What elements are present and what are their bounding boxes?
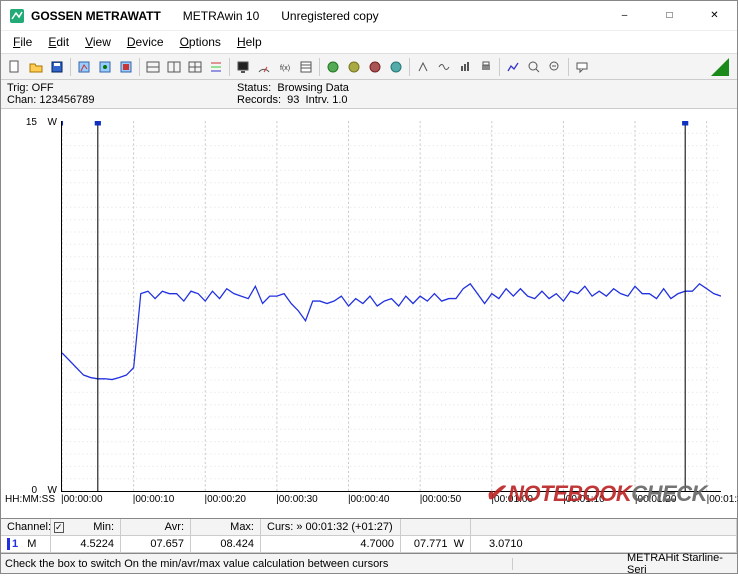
status-strip: Trig: OFF Chan: 123456789 Status: Browsi… <box>1 80 737 109</box>
app-title: METRAwin 10 <box>183 9 259 23</box>
tool-channels-icon[interactable] <box>206 57 226 77</box>
trig-label: Trig: <box>7 82 29 94</box>
menu-view[interactable]: View <box>77 33 119 51</box>
table-row: 1 M 4.5224 07.657 08.424 4.7000 07.771 W… <box>1 536 737 553</box>
tool-save-icon[interactable] <box>47 57 67 77</box>
run-indicator-icon <box>711 58 729 76</box>
x-tick: |00:01:20 <box>635 494 677 505</box>
row-max: 08.424 <box>191 536 261 552</box>
svg-text:f(x): f(x) <box>280 65 290 72</box>
footer-hint: Check the box to switch On the min/avr/m… <box>5 558 513 570</box>
row-cur-b: 07.771 W <box>401 536 471 552</box>
footer: Check the box to switch On the min/avr/m… <box>1 553 737 573</box>
trig-value: OFF <box>32 82 54 94</box>
brand-title: GOSSEN METRAWATT <box>31 9 161 23</box>
records-value: 93 <box>287 94 299 106</box>
tool-comment-icon[interactable] <box>572 57 592 77</box>
menu-edit[interactable]: Edit <box>40 33 77 51</box>
x-unit-label: HH:MM:SS <box>5 494 55 505</box>
close-button[interactable]: ✕ <box>692 1 737 30</box>
row-avr: 07.657 <box>121 536 191 552</box>
tool-view2-icon[interactable] <box>164 57 184 77</box>
menu-device[interactable]: Device <box>119 33 172 51</box>
interval-label: Intrv. <box>306 94 330 106</box>
plot-area[interactable] <box>61 121 721 492</box>
th-curs: Curs: » 00:01:32 (+01:27) <box>261 519 401 535</box>
chan-label: Chan: <box>7 94 36 106</box>
license-text: Unregistered copy <box>281 9 378 23</box>
tool-open-icon[interactable] <box>26 57 46 77</box>
row-cur-a: 4.7000 <box>261 536 401 552</box>
th-avr: Avr: <box>121 519 191 535</box>
menu-options[interactable]: Options <box>172 33 229 51</box>
y-unit-top: W <box>48 117 57 128</box>
th-sp1 <box>401 519 471 535</box>
x-tick: |00:00:50 <box>420 494 462 505</box>
tool-print-icon[interactable] <box>476 57 496 77</box>
row-min: 4.5224 <box>51 536 121 552</box>
maximize-button[interactable]: □ <box>647 1 692 30</box>
tool-view1-icon[interactable] <box>143 57 163 77</box>
titlebar: GOSSEN METRAWATT METRAwin 10 Unregistere… <box>1 1 737 31</box>
th-sp2 <box>471 519 737 535</box>
tool-memory-icon[interactable] <box>116 57 136 77</box>
chart-panel: 15 W 0 W HH:MM:SS |00:00:00 |00:00:10 |00:… <box>1 109 737 518</box>
x-tick: |00:01:00 <box>491 494 533 505</box>
tool-analog-icon[interactable] <box>254 57 274 77</box>
app-icon <box>9 8 25 24</box>
footer-device: METRAHit Starline-Seri <box>623 552 733 576</box>
x-tick: |00:01:30 <box>707 494 738 505</box>
x-tick: |00:00:40 <box>348 494 390 505</box>
tool-read-icon[interactable] <box>74 57 94 77</box>
status-value: Browsing Data <box>277 82 349 94</box>
tool-connect-icon[interactable] <box>95 57 115 77</box>
x-tick: |00:01:10 <box>563 494 605 505</box>
status-label: Status: <box>237 82 271 94</box>
tool-new-icon[interactable] <box>5 57 25 77</box>
tool-wave-icon[interactable]: f(x) <box>275 57 295 77</box>
tool-settings2-icon[interactable] <box>344 57 364 77</box>
tool-settings3-icon[interactable] <box>365 57 385 77</box>
x-tick: |00:00:30 <box>276 494 318 505</box>
tool-cfg1-icon[interactable] <box>413 57 433 77</box>
data-table: Channel:✓ Min: Avr: Max: Curs: » 00:01:3… <box>1 518 737 553</box>
row-channel[interactable]: 1 M <box>1 536 51 552</box>
tool-cfg2-icon[interactable] <box>434 57 454 77</box>
x-tick: |00:00:20 <box>204 494 246 505</box>
records-label: Records: <box>237 94 281 106</box>
row-delta: 3.0710 <box>471 536 737 552</box>
tool-cfg3-icon[interactable] <box>455 57 475 77</box>
tool-table-icon[interactable] <box>296 57 316 77</box>
tool-monitor-icon[interactable] <box>233 57 253 77</box>
menu-file[interactable]: File <box>5 33 40 51</box>
x-tick: |00:00:10 <box>133 494 175 505</box>
minimize-button[interactable]: – <box>602 1 647 30</box>
th-channel: Channel:✓ <box>1 519 51 535</box>
chan-value: 123456789 <box>39 94 94 106</box>
menu-help[interactable]: Help <box>229 33 270 51</box>
tool-zoom2-icon[interactable] <box>545 57 565 77</box>
th-min: Min: <box>51 519 121 535</box>
x-tick: |00:00:00 <box>61 494 103 505</box>
interval-value: 1.0 <box>332 94 347 106</box>
tool-settings4-icon[interactable] <box>386 57 406 77</box>
menubar: File Edit View Device Options Help <box>1 31 737 54</box>
y-tick-max: 15 <box>7 117 37 128</box>
tool-settings1-icon[interactable] <box>323 57 343 77</box>
x-axis: HH:MM:SS |00:00:00 |00:00:10 |00:00:20 |00:… <box>1 492 737 518</box>
y-axis: 15 W 0 W <box>1 109 61 492</box>
tool-zoom-icon[interactable] <box>524 57 544 77</box>
tool-graph-icon[interactable] <box>503 57 523 77</box>
toolbar: f(x) <box>1 54 737 80</box>
th-max: Max: <box>191 519 261 535</box>
tool-view3-icon[interactable] <box>185 57 205 77</box>
